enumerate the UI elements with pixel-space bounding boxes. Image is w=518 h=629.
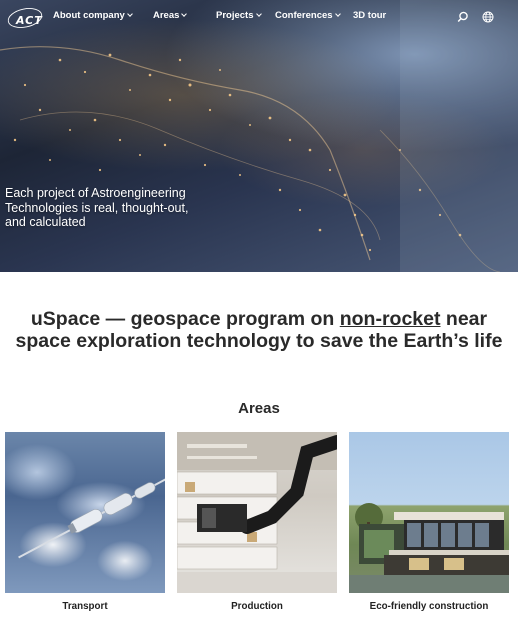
nav-areas-label: Areas: [153, 10, 180, 21]
production-image: [177, 432, 337, 593]
area-card-label: Production: [231, 601, 283, 612]
nav-3d-tour[interactable]: 3D tour: [353, 10, 386, 21]
hero-caption: Each project of Astroengineering Technol…: [5, 186, 189, 230]
area-card-label: Transport: [62, 601, 108, 612]
eco-house-image: [349, 432, 509, 593]
act-logo[interactable]: ACT: [6, 5, 44, 31]
chevron-down-icon: [334, 11, 341, 17]
nav-areas[interactable]: Areas: [153, 10, 188, 21]
nav-conferences[interactable]: Conferences: [275, 10, 341, 21]
nav-about-company[interactable]: About company: [53, 10, 133, 21]
globe-icon[interactable]: [482, 11, 494, 23]
nav-conferences-label: Conferences: [275, 10, 333, 21]
transport-image: [5, 432, 165, 593]
hero-banner: ACT About company Areas Projects Confere…: [0, 0, 518, 272]
nav-projects-label: Projects: [216, 10, 254, 21]
chevron-down-icon: [126, 11, 133, 17]
non-rocket-link[interactable]: non-rocket: [340, 308, 441, 330]
area-card-eco-construction[interactable]: Eco-friendly construction: [349, 432, 509, 612]
search-icon[interactable]: [457, 11, 469, 23]
chevron-down-icon: [255, 11, 262, 17]
nav-3d-tour-label: 3D tour: [353, 10, 387, 21]
chevron-down-icon: [181, 11, 188, 17]
eco-house-graphic: [349, 503, 509, 593]
top-navigation: ACT About company Areas Projects Confere…: [0, 0, 518, 34]
robot-arm-graphic: [177, 432, 337, 593]
page-headline: uSpace — geospace program on non-rocket …: [10, 308, 508, 353]
nav-about-company-label: About company: [53, 10, 125, 21]
logo-text: ACT: [16, 14, 43, 27]
nav-projects[interactable]: Projects: [216, 10, 262, 21]
area-card-production[interactable]: Production: [177, 432, 337, 612]
area-card-label: Eco-friendly construction: [369, 601, 489, 612]
transport-vehicle-graphic: [18, 476, 165, 559]
areas-section-title: Areas: [238, 400, 280, 417]
earth-night-image: [0, 0, 518, 272]
headline-text-before: uSpace — geospace program on: [30, 308, 340, 330]
area-card-transport[interactable]: Transport: [5, 432, 165, 612]
